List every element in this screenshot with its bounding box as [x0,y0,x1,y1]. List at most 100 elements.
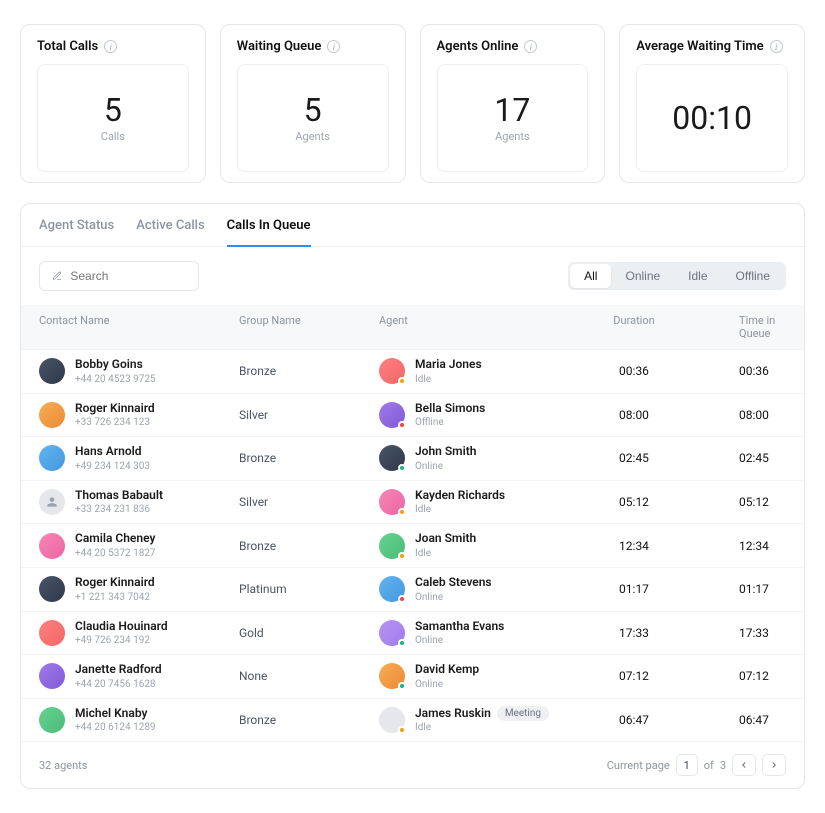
contact-name: Roger Kinnaird [75,401,155,417]
table-row[interactable]: Roger Kinnaird +1 221 343 7042 Platinum … [21,567,804,611]
avatar [39,358,65,384]
agent-status: Idle [415,547,476,560]
agent-status: Online [415,591,492,604]
duration: 05:12 [569,495,699,509]
table-row[interactable]: Thomas Babault +33 234 231 836 Silver Ka… [21,480,804,524]
status-dot-icon [398,639,406,647]
agent-name: David Kemp [415,662,479,678]
stat-value: 00:10 [672,102,752,134]
info-icon[interactable]: i [770,40,783,53]
avatar [39,620,65,646]
agent-status: Idle [415,503,505,516]
status-dot-icon [398,682,406,690]
table-row[interactable]: Michel Knaby +44 20 6124 1289 Bronze Jam… [21,698,804,742]
pencil-icon [52,270,62,282]
filter-all[interactable]: All [570,264,611,288]
contact-name: Michel Knaby [75,706,156,722]
contact-name: Claudia Houinard [75,619,168,635]
duration: 02:45 [569,451,699,465]
contact-phone: +49 234 124 303 [75,460,150,473]
time-in-queue: 12:34 [699,539,786,553]
contact-name: Janette Radford [75,662,162,678]
contact-name: Camila Cheney [75,531,156,547]
agent-name: Caleb Stevens [415,575,492,591]
contact-phone: +49 726 234 192 [75,634,168,647]
agent-name: Kayden Richards [415,488,505,504]
contact-name: Roger Kinnaird [75,575,155,591]
contact-phone: +33 234 231 836 [75,503,163,516]
avatar [39,445,65,471]
filter-online[interactable]: Online [611,264,674,288]
table-row[interactable]: Roger Kinnaird +33 726 234 123 Silver Be… [21,393,804,437]
status-dot-icon [398,377,406,385]
contact-phone: +44 20 5372 1827 [75,547,156,560]
tab-agent-status[interactable]: Agent Status [39,218,114,246]
contact-name: Hans Arnold [75,444,150,460]
group-name: Gold [239,626,379,640]
contact-name: Thomas Babault [75,488,163,504]
time-in-queue: 17:33 [699,626,786,640]
group-name: Silver [239,495,379,509]
status-filter-segment: AllOnlineIdleOffline [568,262,786,290]
duration: 17:33 [569,626,699,640]
stat-unit: Agents [495,130,530,143]
filter-idle[interactable]: Idle [674,264,721,288]
tab-active-calls[interactable]: Active Calls [136,218,204,246]
group-name: None [239,669,379,683]
status-dot-icon [398,508,406,516]
duration: 07:12 [569,669,699,683]
page-next-button[interactable] [762,754,786,776]
table-header: Contact Name Group Name Agent Duration T… [21,305,804,349]
pagination: Current page 1 of 3 [607,754,786,776]
group-name: Bronze [239,364,379,378]
search-input[interactable] [70,269,186,283]
current-page-box: 1 [676,754,698,776]
info-icon[interactable]: i [327,40,340,53]
search-input-wrapper[interactable] [39,261,199,291]
stat-card: Waiting Queuei 5Agents [220,24,406,183]
group-name: Bronze [239,713,379,727]
time-in-queue: 01:17 [699,582,786,596]
contact-phone: +33 726 234 123 [75,416,155,429]
page-prev-button[interactable] [732,754,756,776]
time-in-queue: 00:36 [699,364,786,378]
agent-status: Online [415,678,479,691]
duration: 00:36 [569,364,699,378]
info-icon[interactable]: i [524,40,537,53]
status-dot-icon [398,421,406,429]
tab-calls-in-queue[interactable]: Calls In Queue [227,218,311,247]
stat-title: Total Calls [37,39,98,54]
agent-count: 32 agents [39,759,87,772]
avatar [39,489,65,515]
col-tiq: Time in Queue [699,314,786,340]
status-dot-icon [398,552,406,560]
col-contact: Contact Name [39,314,239,340]
col-agent: Agent [379,314,569,340]
table-row[interactable]: Camila Cheney +44 20 5372 1827 Bronze Jo… [21,523,804,567]
contact-name: Bobby Goins [75,357,156,373]
status-badge: Meeting [497,706,549,721]
info-icon[interactable]: i [104,40,117,53]
time-in-queue: 06:47 [699,713,786,727]
contact-phone: +44 20 7456 1628 [75,678,162,691]
calls-panel: Agent Status Active Calls Calls In Queue A… [20,203,805,789]
table-row[interactable]: Claudia Houinard +49 726 234 192 Gold Sa… [21,611,804,655]
duration: 08:00 [569,408,699,422]
table-row[interactable]: Bobby Goins +44 20 4523 9725 Bronze Mari… [21,349,804,393]
agent-name: Samantha Evans [415,619,504,635]
group-name: Silver [239,408,379,422]
agent-status: Online [415,634,504,647]
table-row[interactable]: Hans Arnold +49 234 124 303 Bronze John … [21,436,804,480]
agent-name: James Ruskin [415,706,491,722]
time-in-queue: 02:45 [699,451,786,465]
filter-offline[interactable]: Offline [722,264,784,288]
agent-name: John Smith [415,444,476,460]
agent-status: Offline [415,416,485,429]
agent-name: Joan Smith [415,531,476,547]
stat-value: 5 [104,94,122,126]
status-dot-icon [398,726,406,734]
contact-phone: +44 20 6124 1289 [75,721,156,734]
table-row[interactable]: Janette Radford +44 20 7456 1628 None Da… [21,654,804,698]
avatar [39,402,65,428]
stat-unit: Calls [101,130,125,143]
